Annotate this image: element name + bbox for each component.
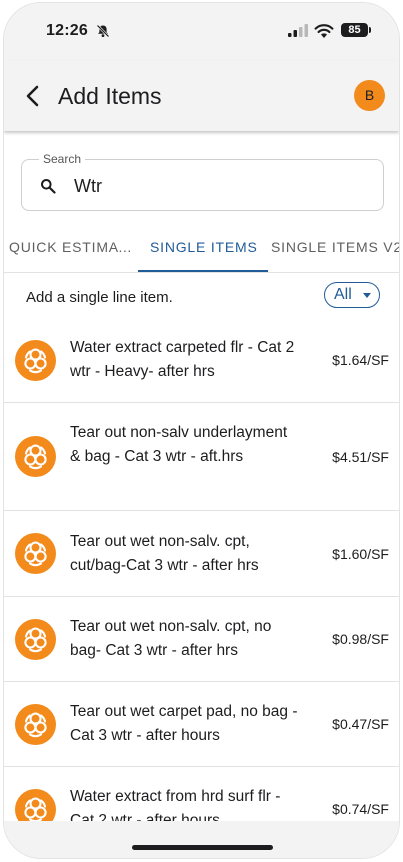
back-arrow-icon[interactable] xyxy=(22,84,44,108)
signal-icon xyxy=(288,24,308,37)
filter-dropdown[interactable]: All xyxy=(324,282,380,308)
active-tab-indicator xyxy=(138,270,268,272)
wifi-icon xyxy=(314,24,334,38)
status-bar: 12:26 85 xyxy=(4,3,399,61)
tab-bar: QUICK ESTIMATES SINGLE ITEMS SINGLE ITEM… xyxy=(4,229,399,273)
tab-single-items[interactable]: SINGLE ITEMS xyxy=(150,239,258,255)
page-title: Add Items xyxy=(58,83,162,109)
caret-down-icon xyxy=(363,293,371,298)
biohazard-icon xyxy=(15,704,56,745)
home-bar xyxy=(4,821,399,858)
item-price: $1.60/SF xyxy=(332,546,389,562)
search-label: Search xyxy=(39,152,86,166)
item-name: Water extract carpeted flr - Cat 2 wtr -… xyxy=(70,339,295,380)
bell-muted-icon xyxy=(96,24,110,38)
item-price: $0.74/SF xyxy=(332,801,389,817)
biohazard-icon xyxy=(15,340,56,381)
filter-label: All xyxy=(334,286,352,303)
tab-single-items-v2[interactable]: SINGLE ITEMS V2 xyxy=(271,239,399,255)
item-name: Tear out wet non-salv. cpt, cut/bag-Cat … xyxy=(70,533,259,574)
biohazard-icon xyxy=(15,619,56,660)
biohazard-icon xyxy=(15,533,56,574)
item-name: Tear out non-salv underlayment & bag - C… xyxy=(70,424,288,465)
item-name: Tear out wet carpet pad, no bag - Cat 3 … xyxy=(70,703,298,744)
list-item[interactable]: Water extract carpeted flr - Cat 2 wtr -… xyxy=(4,318,399,403)
item-name: Tear out wet non-salv. cpt, no bag- Cat … xyxy=(70,618,272,659)
item-price: $4.51/SF xyxy=(332,449,389,465)
item-price: $1.64/SF xyxy=(332,352,389,368)
list-description: Add a single line item. xyxy=(26,289,173,306)
biohazard-icon xyxy=(15,436,56,477)
avatar[interactable]: B xyxy=(354,80,385,111)
app-bar: Add Items B xyxy=(4,61,399,131)
list-item[interactable]: Tear out wet non-salv. cpt, cut/bag-Cat … xyxy=(4,511,399,597)
home-indicator[interactable] xyxy=(132,845,273,850)
status-time: 12:26 xyxy=(46,22,88,39)
search-icon xyxy=(41,179,56,194)
item-list: Water extract carpeted flr - Cat 2 wtr -… xyxy=(4,318,399,852)
battery-icon: 85 xyxy=(341,23,371,37)
item-price: $0.47/SF xyxy=(332,716,389,732)
list-item[interactable]: Tear out wet carpet pad, no bag - Cat 3 … xyxy=(4,682,399,767)
search-input[interactable] xyxy=(74,173,364,199)
item-price: $0.98/SF xyxy=(332,631,389,647)
search-field[interactable]: Search xyxy=(21,152,384,211)
tab-quick-estimates[interactable]: QUICK ESTIMATES xyxy=(9,239,137,255)
phone-screen: 12:26 85 Add Items B Search Wtr QUICK ES… xyxy=(3,2,400,859)
list-item[interactable]: Tear out non-salv underlayment & bag - C… xyxy=(4,403,399,511)
list-item[interactable]: Tear out wet non-salv. cpt, no bag- Cat … xyxy=(4,597,399,682)
